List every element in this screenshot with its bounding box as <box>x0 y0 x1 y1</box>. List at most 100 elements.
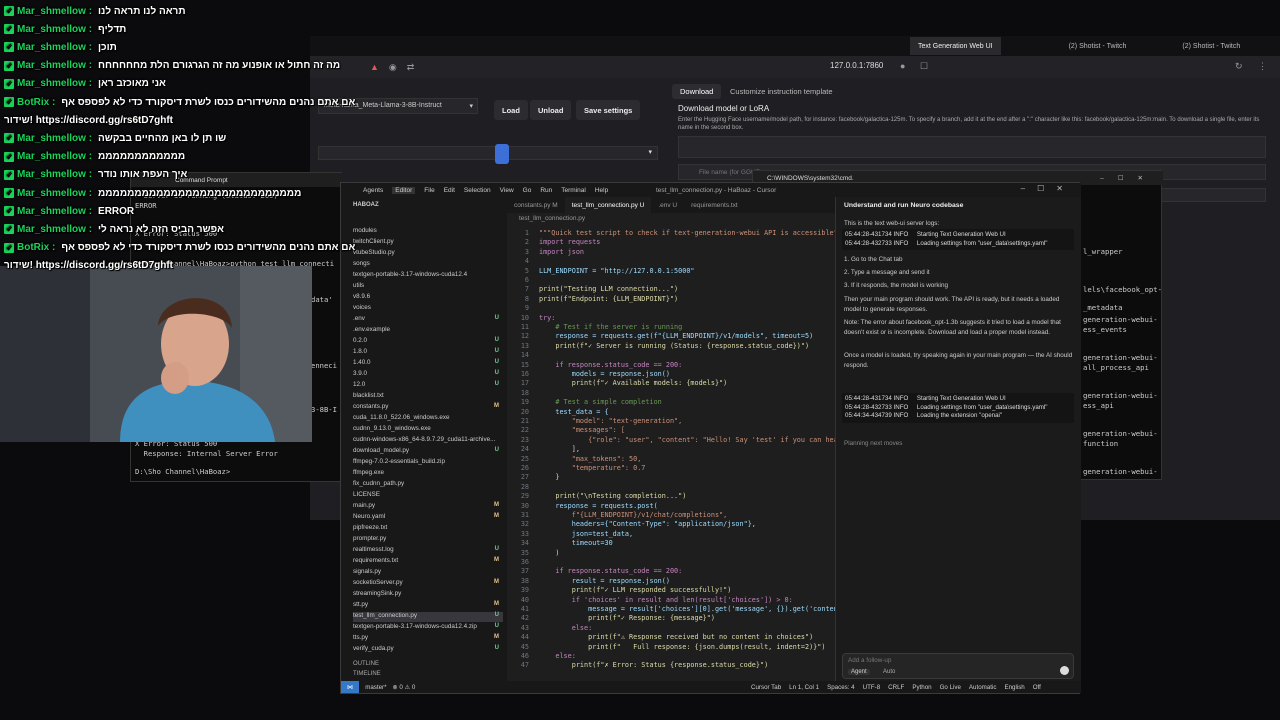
code-line[interactable]: 44 print(f"⚠ Response received but no co… <box>507 633 835 642</box>
browser-tab-webui[interactable]: Text Generation Web UI <box>910 37 1001 55</box>
code-line[interactable]: 10 try: <box>507 314 835 323</box>
load-button[interactable]: Load <box>494 100 528 120</box>
timeline-section[interactable]: TIMELINE <box>353 671 381 677</box>
code-line[interactable]: 8 print(f"Endpoint: {LLM_ENDPOINT}") <box>507 295 835 304</box>
file-item[interactable]: ffmpeg-7.0.2-essentials_build.zip <box>353 458 503 468</box>
code-line[interactable]: 24 ], <box>507 445 835 454</box>
menu-selection[interactable]: Selection <box>464 187 491 194</box>
file-item[interactable]: tts.py M <box>353 634 503 644</box>
file-item[interactable]: streamingSink.py <box>353 590 503 600</box>
file-item[interactable]: 3.9.0 U <box>353 370 503 380</box>
code-line[interactable]: 36 <box>507 558 835 567</box>
status-item[interactable]: Automatic <box>969 684 997 691</box>
code-line[interactable]: 6 <box>507 276 835 285</box>
file-item[interactable]: textgen-portable-3.17-windows-cuda12.4 <box>353 271 503 281</box>
file-item[interactable]: fix_cudnn_path.py <box>353 480 503 490</box>
model-auto-select[interactable]: Auto <box>883 669 895 675</box>
status-item[interactable]: Spaces: 4 <box>827 684 855 691</box>
code-line[interactable]: 14 <box>507 351 835 360</box>
save-settings-button[interactable]: Save settings <box>576 100 641 120</box>
followup-input[interactable]: Add a follow-up Agent Auto <box>842 653 1074 679</box>
editor-tab-env[interactable]: .env U <box>651 197 684 213</box>
menu-view[interactable]: View <box>500 187 514 194</box>
window-controls[interactable]: –☐✕ <box>1021 184 1075 193</box>
remote-indicator[interactable]: ⋈ <box>341 681 360 693</box>
editor-tab-test-llm[interactable]: test_llm_connection.py U <box>564 197 652 213</box>
status-item[interactable]: Ln 1, Col 1 <box>789 684 819 691</box>
status-item[interactable]: Go Live <box>940 684 961 691</box>
file-item[interactable]: download_model.py U <box>353 447 503 457</box>
code-line[interactable]: 18 <box>507 389 835 398</box>
file-item[interactable]: main.py M <box>353 502 503 512</box>
code-line[interactable]: 12 response = requests.get(f"{LLM_ENDPOI… <box>507 332 835 341</box>
problems-indicator[interactable]: ⊗ 0 ⚠ 0 <box>393 684 416 691</box>
file-item[interactable]: pipfreeze.txt <box>353 524 503 534</box>
file-item[interactable]: test_llm_connection.py U <box>353 612 503 622</box>
file-item[interactable]: .env.example <box>353 326 503 336</box>
code-line[interactable]: 23 {"role": "user", "content": "Hello! S… <box>507 436 835 445</box>
code-line[interactable]: 20 test_data = { <box>507 408 835 417</box>
code-line[interactable]: 37 if response.status_code == 200: <box>507 567 835 576</box>
code-line[interactable]: 19 # Test a simple completion <box>507 398 835 407</box>
code-line[interactable]: 26 "temperature": 0.7 <box>507 464 835 473</box>
code-line[interactable]: 5 LLM_ENDPOINT = "http://127.0.0.1:5000" <box>507 267 835 276</box>
file-item[interactable]: Neuro.yaml M <box>353 513 503 523</box>
reload-icon[interactable]: ↻ <box>1235 61 1243 72</box>
browser-tab-twitch-2[interactable]: (2) Shotist - Twitch <box>1174 37 1248 55</box>
file-item[interactable]: stt.py M <box>353 601 503 611</box>
file-item[interactable]: 1.8.0 U <box>353 348 503 358</box>
tab-customize-template[interactable]: Customize instruction template <box>730 87 833 96</box>
chat-username[interactable]: Mar_shmellow : <box>17 78 92 89</box>
editor-tab-constants[interactable]: constants.py M <box>507 197 565 213</box>
chat-username[interactable]: Mar_shmellow : <box>17 6 92 17</box>
chat-username[interactable]: Mar_shmellow : <box>17 188 92 199</box>
code-line[interactable]: 27 } <box>507 473 835 482</box>
file-item[interactable]: 12.0 U <box>353 381 503 391</box>
file-item[interactable]: cuda_11.8.0_522.06_windows.exe <box>353 414 503 424</box>
code-line[interactable]: 30 response = requests.post( <box>507 502 835 511</box>
code-line[interactable]: 40 if 'choices' in result and len(result… <box>507 596 835 605</box>
file-item[interactable]: 0.2.0 U <box>353 337 503 347</box>
status-item[interactable]: Cursor Tab <box>751 684 781 691</box>
code-line[interactable]: 2 import requests <box>507 238 835 247</box>
status-item[interactable]: English <box>1004 684 1024 691</box>
chat-username[interactable]: Mar_shmellow : <box>17 133 92 144</box>
editor-tab-requirements[interactable]: requirements.txt <box>684 197 745 213</box>
status-item[interactable]: UTF-8 <box>863 684 881 691</box>
menu-help[interactable]: Help <box>595 187 608 194</box>
code-line[interactable]: 11 # Test if the server is running <box>507 323 835 332</box>
chat-username[interactable]: Mar_shmellow : <box>17 169 92 180</box>
code-line[interactable]: 45 print(f" Full response: {json.dumps(r… <box>507 643 835 652</box>
code-line[interactable]: 7 print("Testing LLM connection...") <box>507 285 835 294</box>
code-line[interactable]: 33 json=test_data, <box>507 530 835 539</box>
status-item[interactable]: Off <box>1033 684 1041 691</box>
file-item[interactable]: socketioServer.py M <box>353 579 503 589</box>
code-line[interactable]: 47 print(f"✗ Error: Status {response.sta… <box>507 661 835 670</box>
file-item[interactable]: ffmpeg.exe <box>353 469 503 479</box>
file-item[interactable]: .env U <box>353 315 503 325</box>
file-item[interactable]: textgen-portable-3.17-windows-cuda12.4.z… <box>353 623 503 633</box>
code-line[interactable]: 38 result = response.json() <box>507 577 835 586</box>
code-line[interactable]: 31 f"{LLM_ENDPOINT}/v1/chat/completions"… <box>507 511 835 520</box>
chat-username[interactable]: BotRix : <box>17 242 55 253</box>
code-line[interactable]: 21 "model": "text-generation", <box>507 417 835 426</box>
file-item[interactable]: cudnn-windows-x86_64-8.9.7.29_cuda11-arc… <box>353 436 503 446</box>
code-line[interactable]: 25 "max_tokens": 50, <box>507 455 835 464</box>
send-icon[interactable] <box>1060 666 1069 675</box>
code-line[interactable]: 1 """Quick test script to check if text-g… <box>507 229 835 238</box>
chat-username[interactable]: Mar_shmellow : <box>17 224 92 235</box>
unload-button[interactable]: Unload <box>530 100 572 120</box>
file-item[interactable]: cudnn_9.13.0_windows.exe <box>353 425 503 435</box>
code-line[interactable]: 15 if response.status_code == 200: <box>507 361 835 370</box>
refresh-button[interactable] <box>495 144 509 164</box>
code-line[interactable]: 46 else: <box>507 652 835 661</box>
menu-run[interactable]: Run <box>540 187 552 194</box>
file-item[interactable]: verify_cuda.py U <box>353 645 503 655</box>
code-line[interactable]: 42 print(f"✓ Response: {message}") <box>507 614 835 623</box>
file-item[interactable]: realtimesst.log U <box>353 546 503 556</box>
outline-section[interactable]: OUTLINE <box>353 661 379 667</box>
agent-mode-select[interactable]: Agent <box>848 669 870 675</box>
code-line[interactable]: 28 <box>507 483 835 492</box>
file-item[interactable]: constants.py M <box>353 403 503 413</box>
code-line[interactable]: 35 ) <box>507 549 835 558</box>
